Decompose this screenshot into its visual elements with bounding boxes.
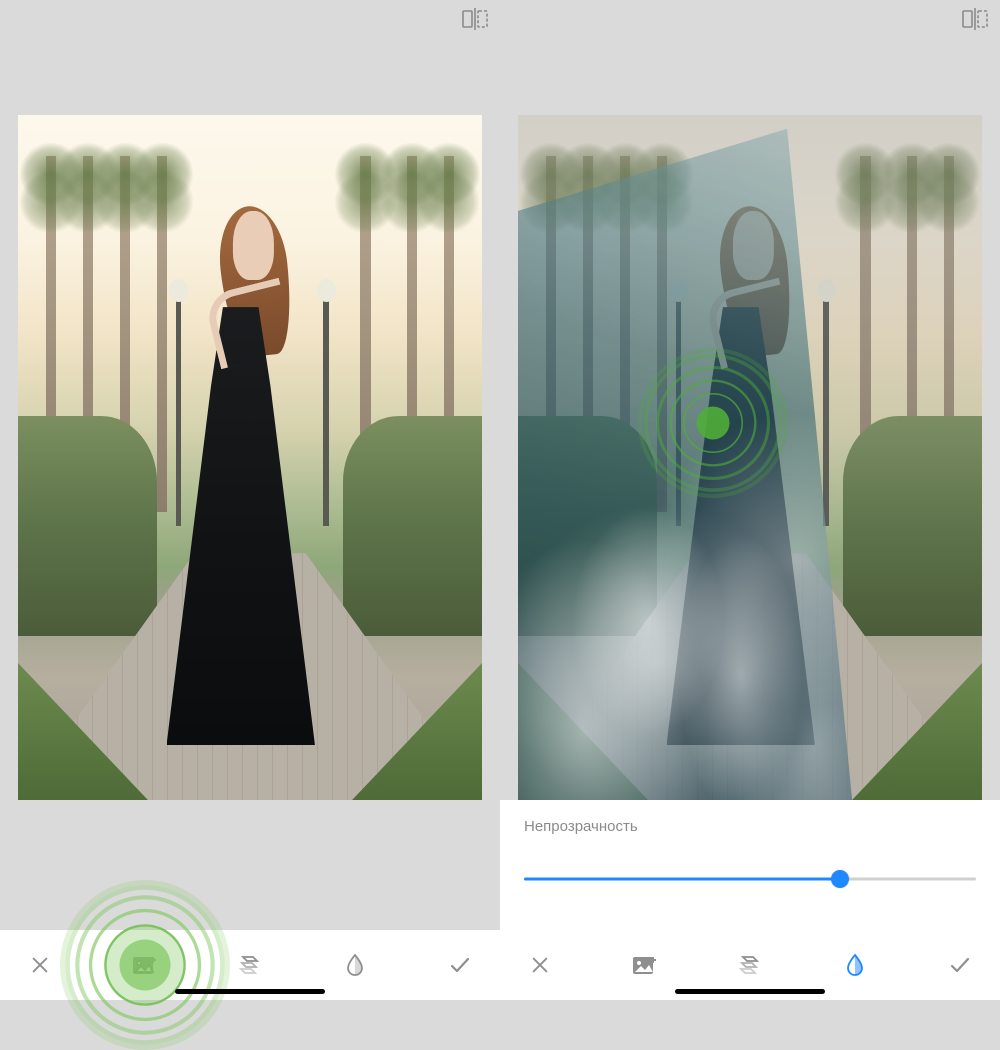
left-pane <box>0 0 500 1000</box>
opacity-label: Непрозрачность <box>524 818 976 835</box>
styles-button[interactable] <box>728 943 772 987</box>
right-pane: Непрозрачность <box>500 0 1000 1000</box>
toolbar-right <box>500 930 1000 1000</box>
photo-original[interactable] <box>18 115 482 800</box>
home-indicator <box>175 989 325 994</box>
home-indicator <box>675 989 825 994</box>
confirm-button[interactable] <box>938 943 982 987</box>
toolbar-left <box>0 930 500 1000</box>
add-image-button[interactable] <box>123 943 167 987</box>
opacity-button[interactable] <box>833 943 877 987</box>
canvas-area-left[interactable] <box>0 0 500 1000</box>
opacity-panel: Непрозрачность <box>500 800 1000 930</box>
slider-thumb[interactable] <box>831 870 849 888</box>
cancel-button[interactable] <box>518 943 562 987</box>
opacity-slider[interactable] <box>524 869 976 889</box>
cancel-button[interactable] <box>18 943 62 987</box>
add-image-button[interactable] <box>623 943 667 987</box>
opacity-button[interactable] <box>333 943 377 987</box>
confirm-button[interactable] <box>438 943 482 987</box>
photo-doubleexposure[interactable] <box>518 115 982 800</box>
styles-button[interactable] <box>228 943 272 987</box>
slider-fill <box>524 878 840 881</box>
